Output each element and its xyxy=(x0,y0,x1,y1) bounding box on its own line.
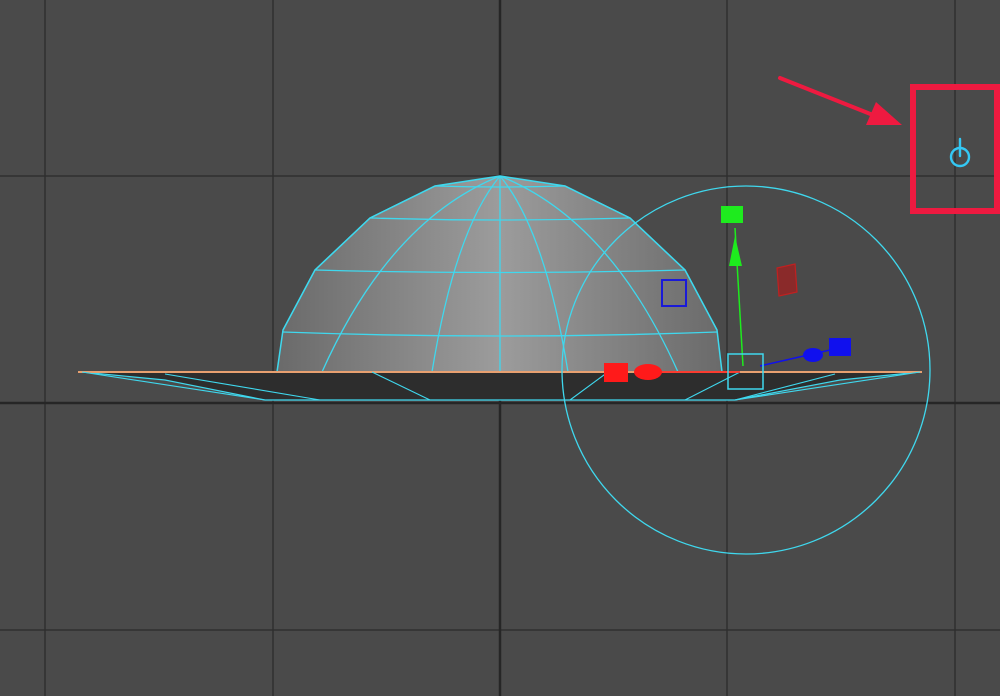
x-axis-handle[interactable] xyxy=(604,363,628,382)
z-axis-handle[interactable] xyxy=(829,338,851,356)
y-axis-arrow[interactable] xyxy=(729,236,742,266)
base-plane-mesh[interactable] xyxy=(78,371,922,401)
y-axis-handle[interactable] xyxy=(721,206,743,223)
pivot-toggle-icon[interactable] xyxy=(949,137,971,168)
annotation-arrow xyxy=(778,76,902,125)
z-axis-arrow[interactable] xyxy=(803,348,823,362)
x-axis-arrow[interactable] xyxy=(634,364,662,380)
viewport-canvas[interactable] xyxy=(0,0,1000,696)
3d-viewport[interactable] xyxy=(0,0,1000,696)
yz-plane-handle[interactable] xyxy=(776,263,798,297)
dome-mesh[interactable] xyxy=(276,175,723,373)
